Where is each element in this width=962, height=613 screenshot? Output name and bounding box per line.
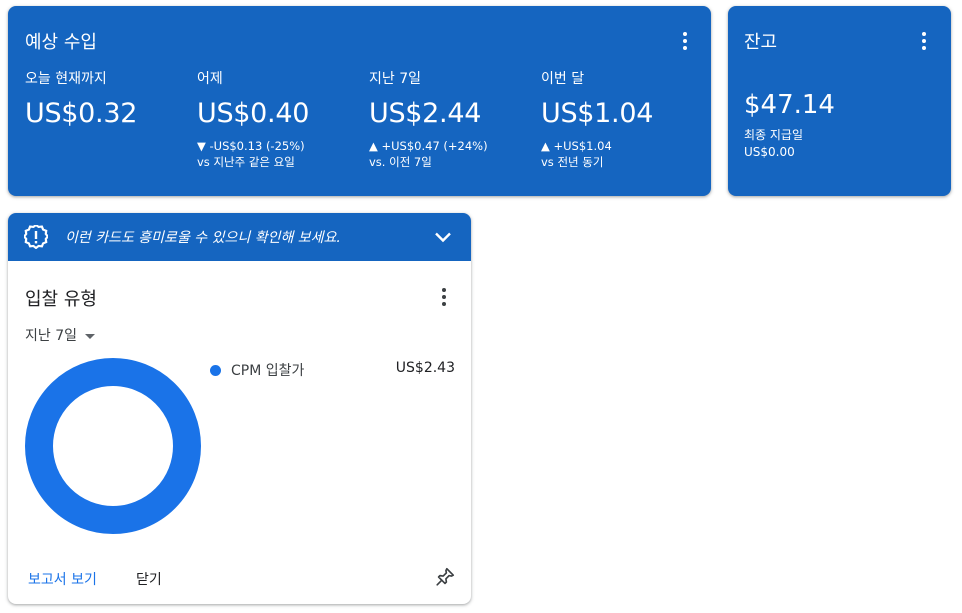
last-payment-label: 최종 지급일 — [744, 128, 804, 142]
metric-value: US$1.04 — [541, 98, 654, 129]
metric-label: 지난 7일 — [369, 71, 421, 87]
date-range-label: 지난 7일 — [25, 328, 77, 344]
legend-dot — [210, 364, 221, 376]
bid-type-donut-chart — [25, 358, 201, 534]
metric-change: ▲ +US$1.04 — [541, 139, 612, 153]
metric-label: 이번 달 — [541, 71, 585, 87]
chevron-down-icon[interactable] — [433, 227, 453, 251]
alert-badge-icon — [22, 223, 50, 253]
metric-compare: vs. 이전 7일 — [369, 155, 432, 169]
date-range-dropdown[interactable]: 지난 7일 — [25, 325, 95, 345]
donut-slice — [25, 358, 201, 534]
view-report-button[interactable]: 보고서 보기 — [28, 569, 97, 589]
metric-yesterday: 어제 US$0.40 ▼ -US$0.13 (-25%) vs 지난주 같은 요… — [197, 68, 362, 170]
bid-type-title: 입찰 유형 — [25, 289, 97, 310]
metric-value: US$2.44 — [369, 98, 482, 129]
balance-card: 잔고 $47.14 최종 지급일 US$0.00 — [728, 6, 951, 196]
metric-last-7-days: 지난 7일 US$2.44 ▲ +US$0.47 (+24%) vs. 이전 7… — [369, 68, 534, 170]
last-payment-value: US$0.00 — [744, 145, 795, 159]
bid-type-more-icon[interactable] — [432, 285, 456, 309]
close-button[interactable]: 닫기 — [136, 569, 162, 589]
legend-value: US$2.43 — [395, 360, 455, 376]
estimated-earnings-card: 예상 수입 오늘 현재까지 US$0.32 어제 US$0.40 ▼ -US$0… — [8, 6, 711, 196]
legend-label: CPM 입찰가 — [231, 363, 305, 379]
balance-more-icon[interactable] — [912, 29, 936, 53]
metric-value: US$0.40 — [197, 98, 310, 129]
chart-legend: CPM 입찰가 US$2.43 — [210, 360, 455, 380]
suggestion-banner[interactable]: 이런 카드도 흥미로울 수 있으니 확인해 보세요. — [8, 213, 471, 261]
bid-type-card: 이런 카드도 흥미로울 수 있으니 확인해 보세요. 입찰 유형 지난 7일 C… — [8, 213, 471, 604]
metric-value: US$0.32 — [25, 98, 138, 129]
metric-this-month: 이번 달 US$1.04 ▲ +US$1.04 vs 전년 동기 — [541, 68, 706, 170]
balance-title: 잔고 — [744, 32, 778, 53]
pin-icon[interactable] — [434, 566, 456, 592]
balance-amount: $47.14 — [744, 90, 835, 120]
metric-label: 어제 — [197, 71, 223, 87]
metric-compare: vs 전년 동기 — [541, 155, 604, 169]
earnings-more-icon[interactable] — [673, 29, 697, 53]
metric-compare: vs 지난주 같은 요일 — [197, 155, 295, 169]
metric-today: 오늘 현재까지 US$0.32 — [25, 68, 190, 129]
suggestion-banner-text: 이런 카드도 흥미로울 수 있으니 확인해 보세요. — [65, 230, 341, 246]
earnings-title: 예상 수입 — [25, 32, 97, 53]
legend-item: CPM 입찰가 US$2.43 — [210, 360, 455, 380]
metric-label: 오늘 현재까지 — [25, 71, 107, 87]
metric-change: ▲ +US$0.47 (+24%) — [369, 139, 488, 153]
caret-down-icon — [85, 333, 95, 339]
metric-change: ▼ -US$0.13 (-25%) — [197, 139, 305, 153]
